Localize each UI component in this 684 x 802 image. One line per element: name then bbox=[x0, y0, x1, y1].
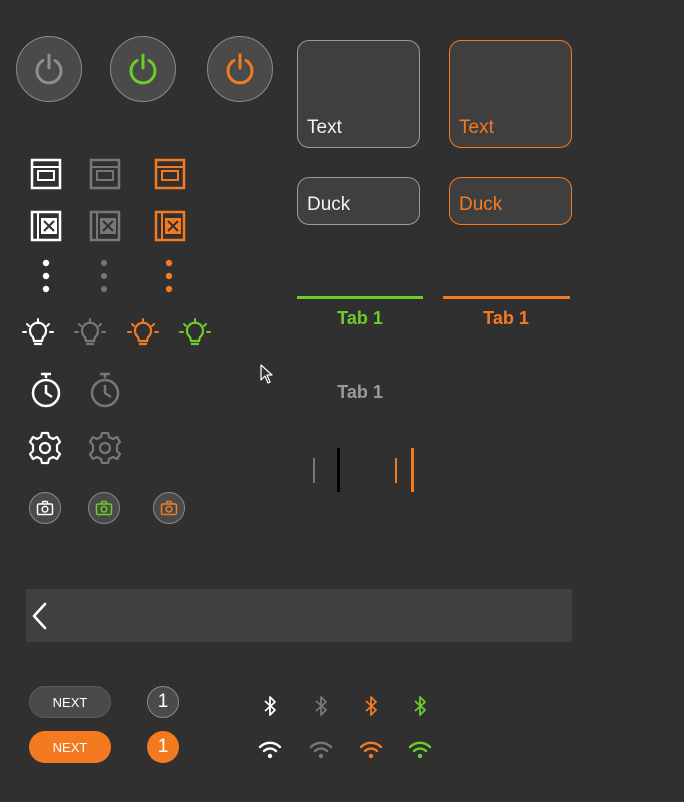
more-vertical-icon[interactable] bbox=[96, 258, 112, 294]
next-button-default[interactable]: NEXT bbox=[29, 686, 111, 718]
camera-button[interactable] bbox=[153, 492, 185, 524]
camera-button[interactable] bbox=[29, 492, 61, 524]
power-button-green[interactable] bbox=[110, 36, 176, 102]
duck-card-default[interactable]: Duck bbox=[297, 177, 420, 225]
bluetooth-icon[interactable] bbox=[409, 693, 431, 719]
camera-icon bbox=[36, 500, 54, 516]
power-icon bbox=[129, 53, 157, 85]
text-caret-black bbox=[337, 448, 340, 492]
camera-icon bbox=[95, 500, 113, 516]
recipe-book-icon[interactable] bbox=[88, 209, 122, 243]
text-card-active[interactable]: Text bbox=[449, 40, 572, 148]
mouse-cursor-icon bbox=[260, 364, 273, 384]
tab-indicator-orange bbox=[443, 296, 570, 299]
wifi-icon[interactable] bbox=[257, 738, 283, 762]
back-chevron-icon[interactable] bbox=[30, 601, 50, 631]
text-caret-orange-large bbox=[411, 448, 414, 492]
text-caret-orange-small bbox=[395, 458, 397, 483]
camera-icon bbox=[160, 500, 178, 516]
wifi-icon[interactable] bbox=[358, 738, 384, 762]
tab-orange[interactable]: Tab 1 bbox=[442, 308, 570, 329]
bluetooth-icon[interactable] bbox=[259, 693, 281, 719]
step-badge-default: 1 bbox=[147, 686, 179, 718]
oven-icon[interactable] bbox=[153, 157, 187, 191]
more-vertical-icon[interactable] bbox=[38, 258, 54, 294]
oven-icon[interactable] bbox=[88, 157, 122, 191]
card-label: Text bbox=[307, 117, 342, 138]
power-button-default[interactable] bbox=[16, 36, 82, 102]
tab-inactive[interactable]: Tab 1 bbox=[296, 382, 424, 403]
power-button-orange[interactable] bbox=[207, 36, 273, 102]
text-card-default[interactable]: Text bbox=[297, 40, 420, 148]
light-bulb-icon[interactable] bbox=[20, 315, 56, 351]
settings-icon[interactable] bbox=[27, 430, 63, 466]
wifi-icon[interactable] bbox=[407, 738, 433, 762]
power-icon bbox=[35, 53, 63, 85]
recipe-book-icon[interactable] bbox=[153, 209, 187, 243]
card-label: Duck bbox=[459, 194, 503, 215]
bluetooth-icon[interactable] bbox=[310, 693, 332, 719]
power-icon bbox=[226, 53, 254, 85]
back-toolbar bbox=[26, 589, 572, 642]
more-vertical-icon[interactable] bbox=[161, 258, 177, 294]
bluetooth-icon[interactable] bbox=[360, 693, 382, 719]
wifi-icon[interactable] bbox=[308, 738, 334, 762]
light-bulb-icon[interactable] bbox=[125, 315, 161, 351]
text-caret-gray bbox=[313, 458, 315, 483]
tab-green[interactable]: Tab 1 bbox=[296, 308, 424, 329]
card-label: Duck bbox=[307, 194, 351, 215]
card-label: Text bbox=[459, 117, 494, 138]
next-button-active[interactable]: NEXT bbox=[29, 731, 111, 763]
timer-icon[interactable] bbox=[27, 370, 65, 410]
camera-button[interactable] bbox=[88, 492, 120, 524]
tab-indicator-green bbox=[297, 296, 423, 299]
duck-card-active[interactable]: Duck bbox=[449, 177, 572, 225]
step-badge-active: 1 bbox=[147, 731, 179, 763]
settings-icon[interactable] bbox=[87, 430, 123, 466]
recipe-book-icon[interactable] bbox=[29, 209, 63, 243]
timer-icon[interactable] bbox=[86, 370, 124, 410]
light-bulb-icon[interactable] bbox=[177, 315, 213, 351]
oven-icon[interactable] bbox=[29, 157, 63, 191]
light-bulb-icon[interactable] bbox=[72, 315, 108, 351]
